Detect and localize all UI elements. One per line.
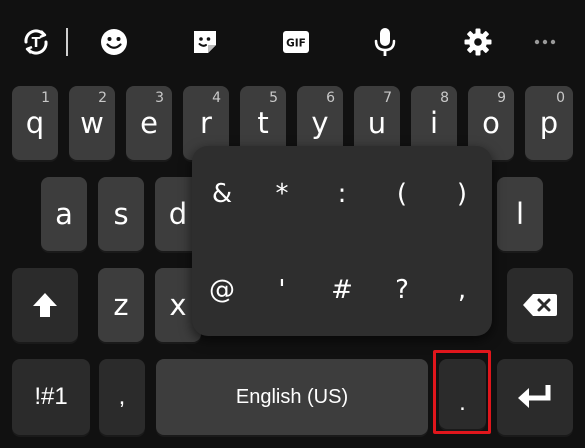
key-hint: 6 <box>326 90 335 106</box>
key-hint: 3 <box>155 90 164 106</box>
key-hint: 8 <box>440 90 449 106</box>
keyboard: T GIF 1 q 2 w 3 e 4 r 5 t 6 y 7 u 8 i 9 … <box>0 0 585 448</box>
popup-symbol-asterisk[interactable]: * <box>262 174 302 214</box>
key-letter: x <box>169 287 187 322</box>
key-letter: u <box>367 105 387 140</box>
popup-symbol-hash[interactable]: # <box>322 270 362 310</box>
gif-label: GIF <box>286 38 306 50</box>
key-letter: p <box>539 105 559 140</box>
translate-sync-icon[interactable]: T <box>20 26 52 58</box>
key-letter: o <box>482 105 500 140</box>
key-q[interactable]: 1 q <box>12 86 58 160</box>
popup-symbol-comma[interactable]: , <box>442 270 482 310</box>
emoji-icon[interactable] <box>98 26 130 58</box>
popup-symbol-apostrophe[interactable]: ' <box>262 270 302 310</box>
key-letter: t <box>257 105 269 140</box>
key-a[interactable]: a <box>41 177 87 251</box>
space-bar-label: English (US) <box>235 385 349 408</box>
key-hint: 0 <box>556 90 565 106</box>
toolbar-divider <box>66 28 68 56</box>
key-hint: 1 <box>41 90 50 106</box>
enter-icon <box>518 385 551 408</box>
symbols-label: !#1 <box>34 383 68 410</box>
key-l[interactable]: l <box>497 177 543 251</box>
shift-key[interactable] <box>12 268 78 342</box>
key-hint: 9 <box>497 90 506 106</box>
key-letter: a <box>55 196 73 231</box>
key-letter: w <box>80 105 104 140</box>
popup-symbol-open-paren[interactable]: ( <box>382 174 422 214</box>
backspace-key[interactable] <box>507 268 573 342</box>
space-bar[interactable]: English (US) <box>156 359 428 435</box>
comma-key[interactable]: , <box>99 359 145 435</box>
key-hint: 4 <box>212 90 221 106</box>
key-letter: q <box>25 105 45 140</box>
period-label: . <box>459 389 466 416</box>
key-z[interactable]: z <box>98 268 144 342</box>
comma-label: , <box>118 383 126 410</box>
popup-symbol-ampersand[interactable]: & <box>202 174 242 214</box>
key-e[interactable]: 3 e <box>126 86 172 160</box>
popup-symbol-colon[interactable]: : <box>322 174 362 214</box>
popup-symbol-question[interactable]: ? <box>382 270 422 310</box>
key-hint: 7 <box>383 90 392 106</box>
gif-icon[interactable]: GIF <box>280 26 312 58</box>
enter-key[interactable] <box>497 359 573 435</box>
key-letter: d <box>168 196 188 231</box>
key-letter: e <box>140 105 158 140</box>
more-icon[interactable] <box>529 26 561 58</box>
key-letter: i <box>429 105 439 140</box>
popup-symbol-close-paren[interactable]: ) <box>442 174 482 214</box>
symbols-key[interactable]: !#1 <box>12 359 90 435</box>
settings-icon[interactable] <box>462 26 494 58</box>
backspace-icon <box>523 294 557 316</box>
microphone-icon[interactable] <box>369 26 401 58</box>
long-press-symbol-popup: & * : ( ) @ ' # ? , <box>192 146 492 336</box>
key-letter: y <box>311 105 329 140</box>
key-s[interactable]: s <box>98 177 144 251</box>
keyboard-toolbar: T GIF <box>0 0 585 82</box>
shift-icon <box>33 293 57 317</box>
sticker-icon[interactable] <box>189 26 221 58</box>
key-hint: 5 <box>269 90 278 106</box>
key-letter: s <box>113 196 129 231</box>
key-p[interactable]: 0 p <box>525 86 573 160</box>
key-hint: 2 <box>98 90 107 106</box>
period-key[interactable]: . <box>439 359 486 429</box>
key-letter: l <box>515 196 525 231</box>
popup-symbol-at[interactable]: @ <box>202 270 242 310</box>
key-w[interactable]: 2 w <box>69 86 115 160</box>
key-letter: z <box>113 287 129 322</box>
key-letter: r <box>200 105 212 140</box>
svg-text:T: T <box>32 36 41 51</box>
